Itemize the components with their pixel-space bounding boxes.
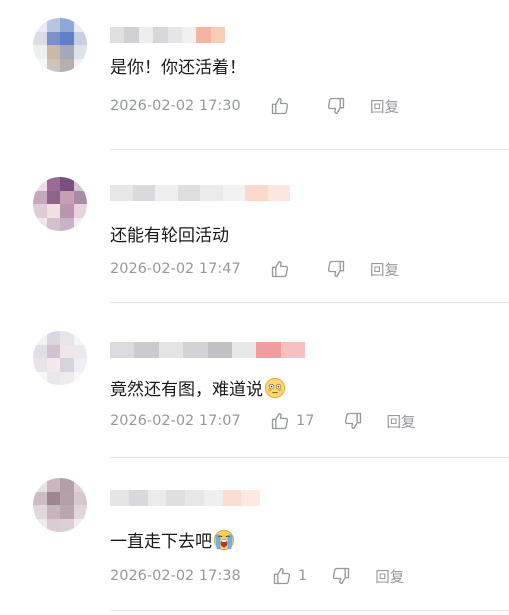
comment-meta: 2026-02-02 17:38 1 回复: [110, 566, 404, 586]
avatar[interactable]: [33, 18, 87, 72]
timestamp: 2026-02-02 17:47: [110, 261, 241, 277]
avatar[interactable]: [33, 331, 87, 385]
dislike-button[interactable]: [326, 96, 346, 116]
thumbs-up-icon: [271, 260, 289, 278]
like-button[interactable]: 1: [272, 566, 307, 586]
dislike-button[interactable]: [326, 259, 346, 279]
comment-meta: 2026-02-02 17:07 17 回复: [110, 411, 415, 431]
reply-button[interactable]: 回复: [370, 259, 399, 280]
thumbs-down-icon: [327, 97, 345, 115]
comment-text-content: 还能有轮回活动: [110, 226, 229, 246]
comment-text: 是你！你还活着！: [110, 56, 246, 80]
avatar[interactable]: [33, 177, 87, 231]
reply-button[interactable]: 回复: [370, 96, 399, 117]
comment-text: 竟然还有图，难道说: [110, 377, 286, 402]
comment-meta: 2026-02-02 17:30 回复: [110, 96, 399, 116]
like-count: 1: [298, 568, 308, 584]
divider: [110, 610, 509, 611]
dislike-button[interactable]: [343, 411, 363, 431]
thumbs-up-icon: [271, 97, 289, 115]
timestamp: 2026-02-02 17:30: [110, 98, 241, 114]
divider: [110, 302, 509, 303]
username-blurred[interactable]: [110, 185, 290, 207]
thumbs-down-icon: [333, 567, 350, 585]
timestamp: 2026-02-02 17:07: [110, 413, 241, 429]
thumbs-down-icon: [345, 412, 362, 430]
divider: [110, 149, 509, 150]
like-button[interactable]: [270, 96, 296, 116]
avatar[interactable]: [33, 478, 87, 532]
reply-button[interactable]: 回复: [375, 566, 404, 587]
comment-text-content: 竟然还有图，难道说: [110, 380, 263, 400]
like-count: 17: [296, 413, 315, 429]
like-button[interactable]: 17: [270, 411, 314, 431]
username-blurred[interactable]: [110, 342, 305, 358]
comment-text: 还能有轮回活动: [110, 224, 229, 248]
thumbs-down-icon: [327, 260, 345, 278]
thumbs-up-icon: [273, 567, 291, 585]
divider: [110, 457, 509, 458]
username-blurred[interactable]: [110, 27, 225, 43]
crying-face-emoji-icon: [213, 529, 235, 551]
comment-text-content: 是你！你还活着！: [110, 58, 246, 78]
thumbs-up-icon: [271, 412, 289, 430]
flushed-face-emoji-icon: [264, 377, 286, 399]
timestamp: 2026-02-02 17:38: [110, 568, 241, 584]
like-button[interactable]: [270, 259, 296, 279]
comment-text-content: 一直走下去吧: [110, 532, 212, 552]
username-blurred[interactable]: [110, 490, 260, 506]
dislike-button[interactable]: [331, 566, 351, 586]
comment-meta: 2026-02-02 17:47 回复: [110, 259, 399, 279]
comment-text: 一直走下去吧: [110, 529, 235, 554]
reply-button[interactable]: 回复: [386, 411, 415, 432]
